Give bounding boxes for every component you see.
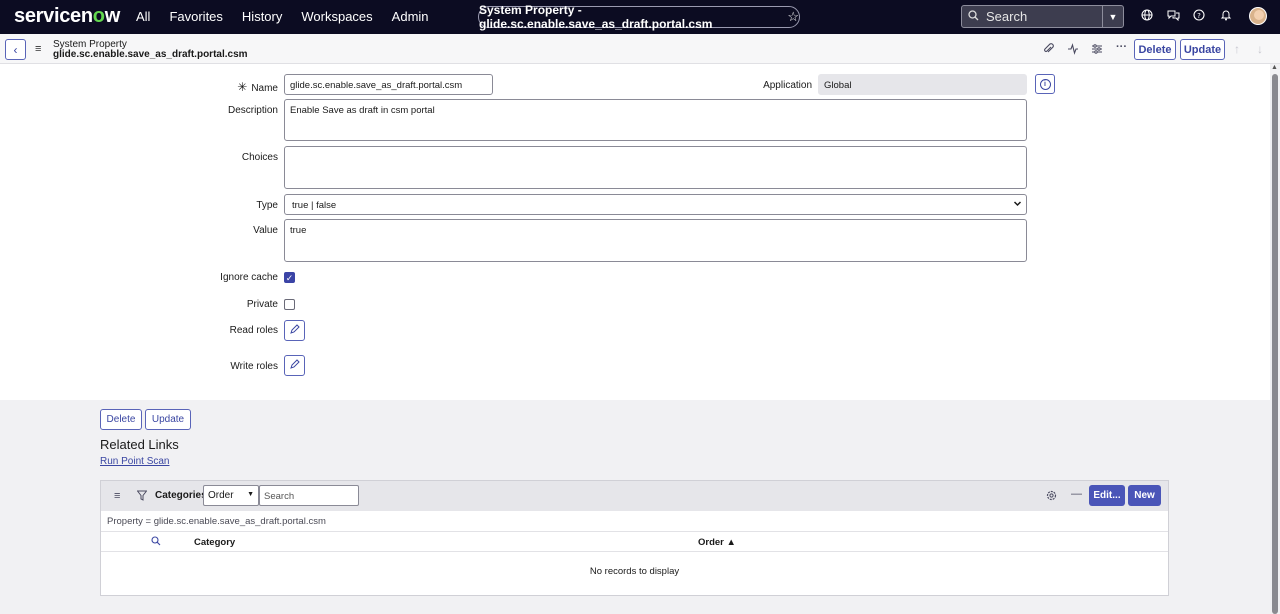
application-field: Global xyxy=(818,74,1027,95)
checkmark-icon: ✓ xyxy=(285,273,294,283)
empty-list-message: No records to display xyxy=(589,566,680,577)
filter-breadcrumb[interactable]: Property = glide.sc.enable.save_as_draft… xyxy=(107,516,326,527)
edit-button[interactable]: Edit... xyxy=(1089,485,1125,506)
column-header-row: Category Order ▲ xyxy=(101,531,1168,552)
arrow-up-icon[interactable]: ↑ xyxy=(1234,42,1240,56)
name-field-label: ✳ Name xyxy=(200,80,278,94)
type-select[interactable]: true | false xyxy=(284,194,1027,215)
top-navigation: servicenow All Favorites History Workspa… xyxy=(0,0,1280,34)
nav-link-all[interactable]: All xyxy=(136,9,150,24)
record-title-text: System Property - glide.sc.enable.save_a… xyxy=(479,3,713,31)
scrollbar-thumb[interactable] xyxy=(1272,74,1278,614)
nav-links: All Favorites History Workspaces Admin xyxy=(136,9,448,24)
type-field-label: Type xyxy=(256,200,278,211)
column-header-order[interactable]: Order ▲ xyxy=(698,537,736,548)
required-icon: ✳ xyxy=(237,80,248,94)
global-search[interactable]: Search ▼ xyxy=(961,5,1124,28)
logo-text-end: w xyxy=(104,5,121,27)
column-header-category[interactable]: Category xyxy=(194,537,235,548)
nav-link-admin[interactable]: Admin xyxy=(392,9,429,24)
arrow-down-icon[interactable]: ↓ xyxy=(1257,42,1263,56)
related-list-title: Categories xyxy=(155,490,207,501)
description-textarea[interactable]: Enable Save as draft in csm portal xyxy=(284,99,1027,141)
name-label-text: Name xyxy=(251,83,278,94)
page-scrollbar[interactable]: ▲ xyxy=(1270,64,1280,614)
gear-icon[interactable] xyxy=(1046,490,1057,504)
related-list-search-input[interactable]: Search xyxy=(259,485,359,506)
info-icon: i xyxy=(1039,78,1051,90)
read-roles-label: Read roles xyxy=(229,325,278,336)
servicenow-logo[interactable]: servicenow xyxy=(14,5,120,28)
logo-text-o: o xyxy=(92,5,105,27)
application-field-label: Application xyxy=(763,80,812,91)
bell-icon[interactable] xyxy=(1219,9,1233,23)
categories-related-list: ≡ Categories Order ▼ Search — Edit... Ne… xyxy=(100,480,1169,596)
write-roles-label: Write roles xyxy=(230,361,278,372)
pencil-icon xyxy=(289,324,300,337)
search-icon xyxy=(968,9,979,24)
scroll-up-icon[interactable]: ▲ xyxy=(1271,64,1278,71)
write-roles-edit-button[interactable] xyxy=(284,355,305,376)
collapse-icon[interactable]: — xyxy=(1071,488,1082,500)
user-avatar[interactable] xyxy=(1249,7,1267,25)
description-field-label: Description xyxy=(227,105,278,116)
delete-button[interactable]: Delete xyxy=(1134,39,1176,60)
update-button[interactable]: Update xyxy=(1180,39,1225,60)
column-search-icon[interactable] xyxy=(151,536,161,549)
nav-link-favorites[interactable]: Favorites xyxy=(169,9,222,24)
chevron-down-icon[interactable]: ▼ xyxy=(1102,6,1123,27)
star-icon[interactable]: ☆ xyxy=(787,9,799,25)
activity-icon[interactable] xyxy=(1067,43,1079,58)
related-list-toolbar: ≡ Categories Order ▼ Search — Edit... Ne… xyxy=(101,481,1168,511)
private-checkbox[interactable] xyxy=(284,299,295,310)
type-select-value: true | false xyxy=(292,200,337,211)
list-menu-icon[interactable]: ≡ xyxy=(114,490,120,502)
value-field-label: Value xyxy=(253,225,278,236)
name-input[interactable]: glide.sc.enable.save_as_draft.portal.csm xyxy=(284,74,493,95)
chevron-left-icon: ‹ xyxy=(13,42,18,57)
back-button[interactable]: ‹ xyxy=(5,39,26,60)
logo-text-start: servicen xyxy=(14,5,93,27)
svg-text:?: ? xyxy=(1197,12,1201,20)
record-name-label: glide.sc.enable.save_as_draft.portal.csm xyxy=(53,49,248,60)
filter-icon[interactable] xyxy=(136,490,148,504)
bottom-update-button[interactable]: Update xyxy=(145,409,191,430)
value-textarea[interactable]: true xyxy=(284,219,1027,262)
pencil-icon xyxy=(289,359,300,372)
ignore-cache-checkbox[interactable]: ✓ xyxy=(284,272,295,283)
chevron-down-icon xyxy=(1013,199,1022,210)
search-field-select[interactable]: Order ▼ xyxy=(203,485,259,506)
nav-link-workspaces[interactable]: Workspaces xyxy=(301,9,372,24)
attachment-icon[interactable] xyxy=(1043,43,1054,58)
caret-down-icon: ▼ xyxy=(247,491,254,498)
related-links-heading: Related Links xyxy=(100,437,179,452)
context-menu-icon[interactable]: ≡ xyxy=(35,43,41,55)
search-field-select-value: Order xyxy=(208,490,234,501)
form-header: ‹ ≡ System Property glide.sc.enable.save… xyxy=(0,34,1280,64)
read-roles-edit-button[interactable] xyxy=(284,320,305,341)
ignore-cache-label: Ignore cache xyxy=(220,272,278,283)
settings-sliders-icon[interactable] xyxy=(1091,43,1103,58)
globe-icon[interactable] xyxy=(1140,9,1154,23)
more-options-icon[interactable]: ··· xyxy=(1116,41,1127,53)
private-label: Private xyxy=(246,299,278,310)
nav-link-history[interactable]: History xyxy=(242,9,282,24)
choices-field-label: Choices xyxy=(241,152,278,163)
choices-textarea[interactable] xyxy=(284,146,1027,189)
search-input[interactable]: Search xyxy=(986,9,1027,24)
help-icon[interactable]: ? xyxy=(1192,9,1206,23)
bottom-delete-button[interactable]: Delete xyxy=(100,409,142,430)
new-button[interactable]: New xyxy=(1128,485,1161,506)
application-info-button[interactable]: i xyxy=(1035,74,1055,94)
run-point-scan-link[interactable]: Run Point Scan xyxy=(100,456,170,467)
chat-icon[interactable] xyxy=(1166,9,1180,23)
record-title-pill[interactable]: System Property - glide.sc.enable.save_a… xyxy=(478,3,800,31)
